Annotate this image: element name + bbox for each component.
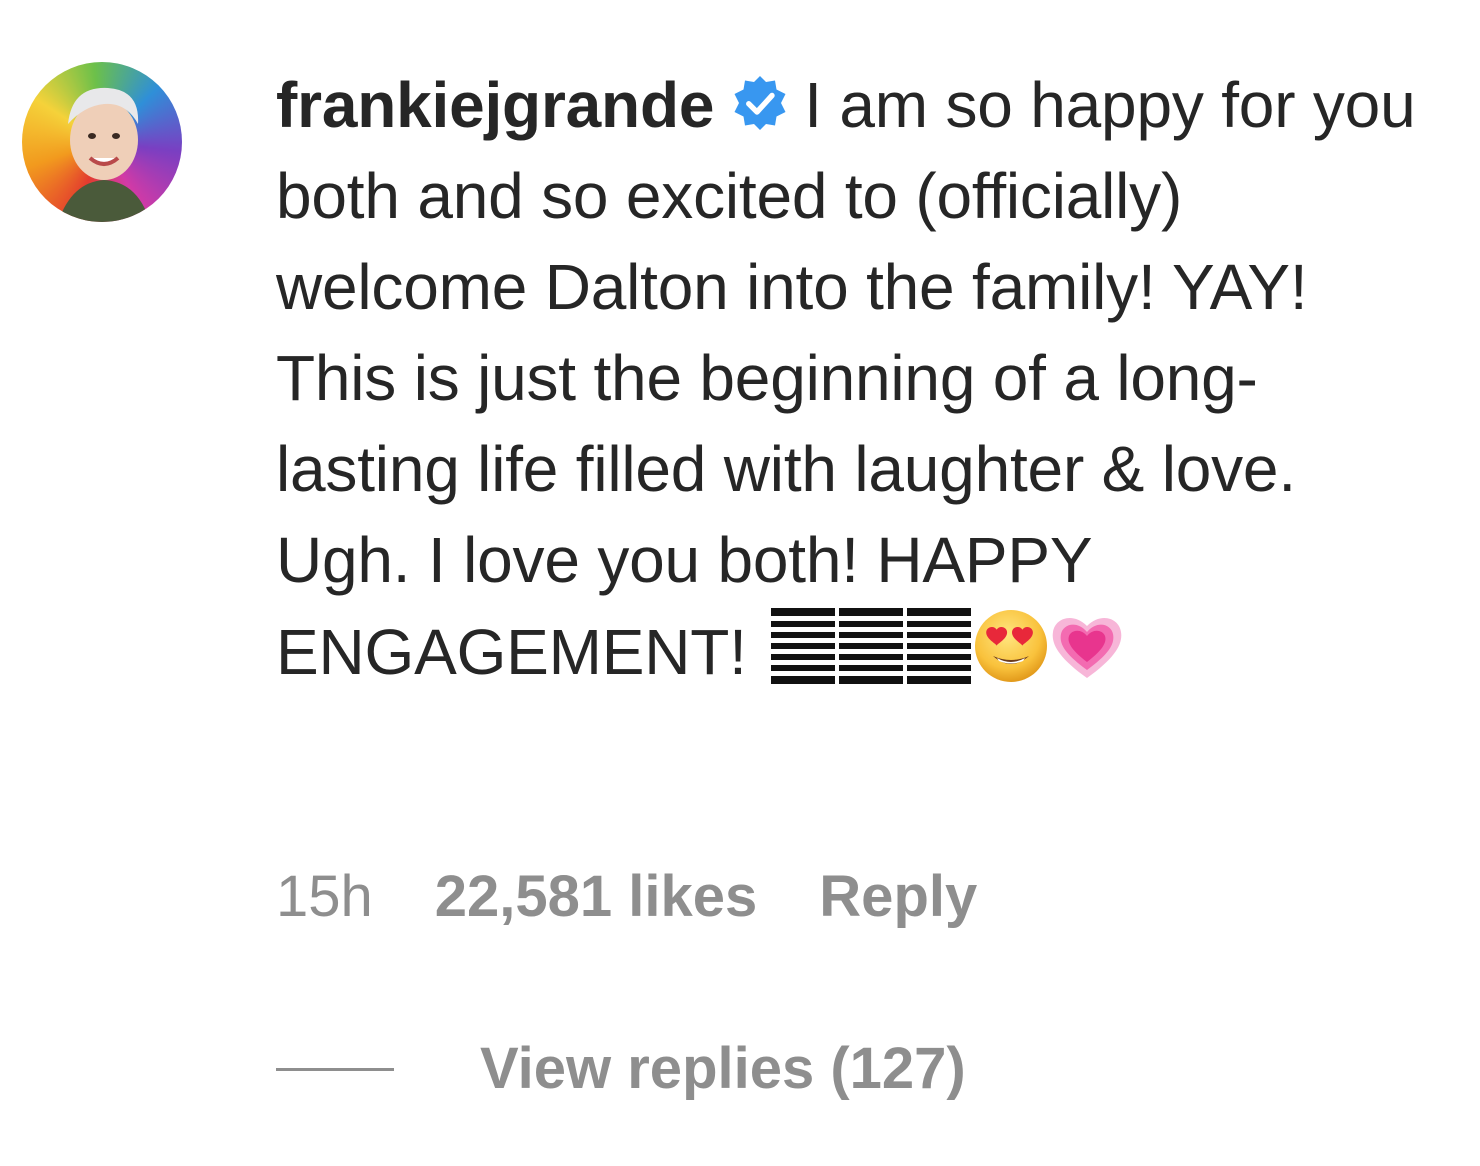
reply-button[interactable]: Reply	[819, 862, 977, 932]
user-avatar[interactable]	[22, 62, 182, 222]
comment: frankiejgrande I am so happy for you bot…	[0, 0, 1480, 1166]
replies-divider-line	[276, 1068, 394, 1072]
comment-timestamp: 15h	[276, 864, 373, 929]
placeholder-box-glyph-icon	[906, 608, 971, 684]
comment-meta: 15h 22,581 likes Reply	[276, 862, 977, 932]
placeholder-box-glyph-icon	[838, 608, 903, 684]
heart-eyes-emoji-icon	[974, 610, 1047, 682]
username-link[interactable]: frankiejgrande	[276, 69, 714, 141]
growing-heart-emoji-icon	[1052, 618, 1122, 678]
likes-count-button[interactable]: 22,581 likes	[435, 862, 758, 932]
view-replies-row: View replies (127)	[276, 1034, 966, 1104]
verified-badge-icon	[734, 76, 786, 130]
comment-body: frankiejgrande I am so happy for you bot…	[276, 60, 1436, 698]
comment-text: I am so happy for you both and so excite…	[276, 69, 1416, 688]
view-replies-button[interactable]: View replies (127)	[480, 1036, 966, 1101]
placeholder-box-glyph-icon	[770, 608, 835, 684]
avatar-photo	[58, 87, 150, 222]
